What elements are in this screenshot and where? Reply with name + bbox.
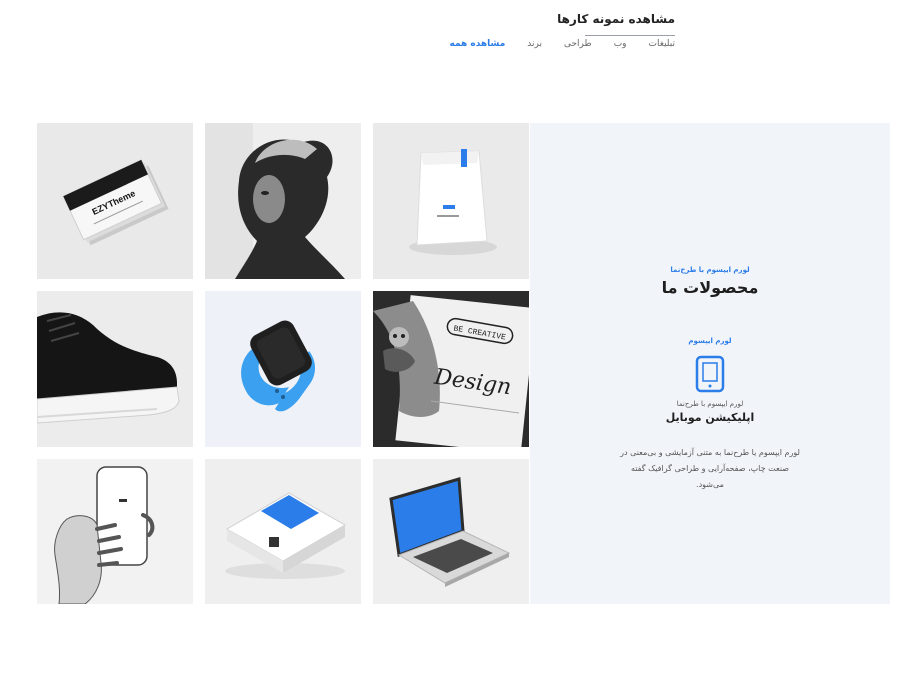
laptop-image [389, 477, 511, 587]
portfolio-item-sneaker[interactable] [37, 291, 193, 447]
panel-kicker: لورم ایپسوم با طرح‌نما [670, 266, 750, 274]
business-cards-image: EZYTheme [62, 159, 169, 246]
portfolio-item-smartwatch[interactable] [205, 291, 361, 447]
portfolio-item-phone[interactable] [37, 459, 193, 604]
book-mockup-image [225, 492, 347, 579]
filter-all[interactable]: مشاهده همه [450, 39, 506, 49]
products-panel: لورم ایپسوم با طرح‌نما محصولات ما لورم ا… [530, 123, 890, 604]
coffee-bag-image [409, 149, 497, 255]
filter-brand[interactable]: برند [527, 39, 542, 49]
design-tattoo-image: BE CREATIVE Design [373, 291, 529, 447]
portfolio-item-book[interactable] [205, 459, 361, 604]
section-title: مشاهده نمونه کارها [557, 12, 675, 26]
filter-ads[interactable]: تبلیغات [649, 39, 675, 49]
portfolio-item-laptop[interactable] [373, 459, 529, 604]
phone-in-hand-image [54, 466, 155, 604]
feature-title: اپلیکیشن موبایل [665, 411, 755, 424]
portfolio-item-business-cards[interactable]: EZYTheme [37, 123, 193, 279]
smartwatch-image [241, 320, 315, 412]
filter-design[interactable]: طراحی [564, 39, 592, 49]
portfolio-item-portrait[interactable] [205, 123, 361, 279]
sneaker-image [37, 312, 180, 424]
portrait-image [205, 123, 361, 279]
filter-web[interactable]: وب [614, 39, 627, 49]
portfolio-item-design[interactable]: BE CREATIVE Design [373, 291, 529, 447]
tablet-icon [695, 355, 725, 393]
portfolio-header: مشاهده نمونه کارها مشاهده همه برند طراحی… [0, 0, 911, 60]
panel-subheading: لورم ایپسوم [688, 337, 732, 345]
feature-description: لورم ایپسوم یا طرح‌نما به متنی آزمایشی و… [620, 448, 800, 489]
title-underline [585, 35, 675, 36]
feature-label: لورم ایپسوم با طرح‌نما [676, 400, 744, 408]
panel-heading: محصولات ما [661, 278, 759, 297]
portfolio-item-coffee-bag[interactable] [373, 123, 529, 279]
filter-tabs: مشاهده همه برند طراحی وب تبلیغات [450, 39, 675, 49]
